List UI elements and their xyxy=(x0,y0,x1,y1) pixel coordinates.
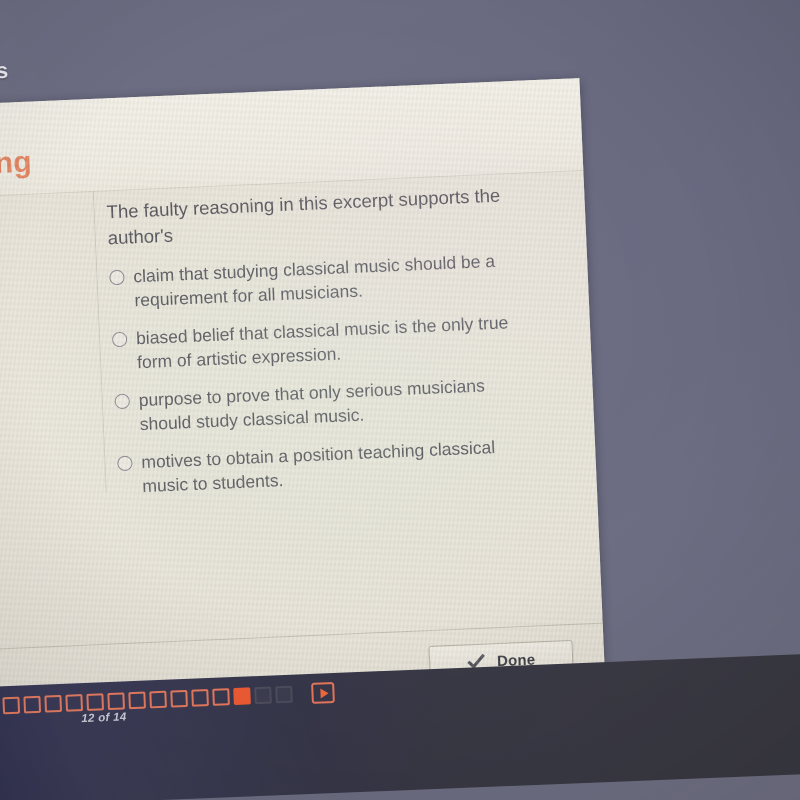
page-title: easoning xyxy=(0,145,33,185)
lesson-card: easoning classical nre, classical assica… xyxy=(0,78,606,708)
answer-option-label: biased belief that classical music is th… xyxy=(135,312,509,373)
progress-marker[interactable] xyxy=(191,689,209,707)
progress-marker[interactable] xyxy=(254,686,272,705)
passage-column: classical nre, classical assical music h… xyxy=(0,204,100,441)
answer-option-3[interactable]: purpose to prove that only serious music… xyxy=(114,371,536,437)
answer-option-4[interactable]: motives to obtain a position teaching cl… xyxy=(117,433,539,499)
progress-marker[interactable] xyxy=(212,688,230,706)
progress-marker-current[interactable] xyxy=(233,687,251,706)
progress-marker[interactable] xyxy=(65,694,84,712)
answer-option-1[interactable]: claim that studying classical music shou… xyxy=(109,247,531,313)
question-column: The faulty reasoning in this excerpt sup… xyxy=(106,181,549,513)
progress-marker[interactable] xyxy=(170,689,188,708)
progress-marker[interactable] xyxy=(86,693,105,711)
card-body: classical nre, classical assical music h… xyxy=(0,170,606,708)
photographed-screen: s easoning classical nre, classical assi… xyxy=(0,0,800,800)
passage-line: ing music xyxy=(0,408,100,442)
progress-marker[interactable] xyxy=(275,685,293,704)
progress-marker[interactable] xyxy=(23,695,42,714)
radio-button-icon[interactable] xyxy=(111,331,128,348)
lesson-card-wrapper: easoning classical nre, classical assica… xyxy=(0,78,606,708)
progress-marker[interactable] xyxy=(128,691,146,710)
next-button[interactable] xyxy=(311,681,335,704)
radio-button-icon[interactable] xyxy=(109,269,125,286)
progress-marker[interactable] xyxy=(107,692,125,711)
progress-marker[interactable] xyxy=(44,694,63,713)
play-triangle-icon xyxy=(319,687,329,699)
progress-markers xyxy=(2,681,335,716)
answer-option-label: purpose to prove that only serious music… xyxy=(138,375,486,435)
answer-option-2[interactable]: biased belief that classical music is th… xyxy=(111,309,534,375)
answer-option-label: claim that studying classical music shou… xyxy=(132,250,496,311)
radio-button-icon[interactable] xyxy=(114,393,131,410)
clipped-browser-tab-text: s xyxy=(0,57,10,84)
question-stem: The faulty reasoning in this excerpt sup… xyxy=(106,184,501,249)
progress-marker[interactable] xyxy=(2,696,21,715)
radio-button-icon[interactable] xyxy=(117,455,133,472)
answer-option-label: motives to obtain a position teaching cl… xyxy=(140,437,496,497)
progress-marker[interactable] xyxy=(149,690,167,709)
progress-label: 12 of 14 xyxy=(81,711,127,726)
